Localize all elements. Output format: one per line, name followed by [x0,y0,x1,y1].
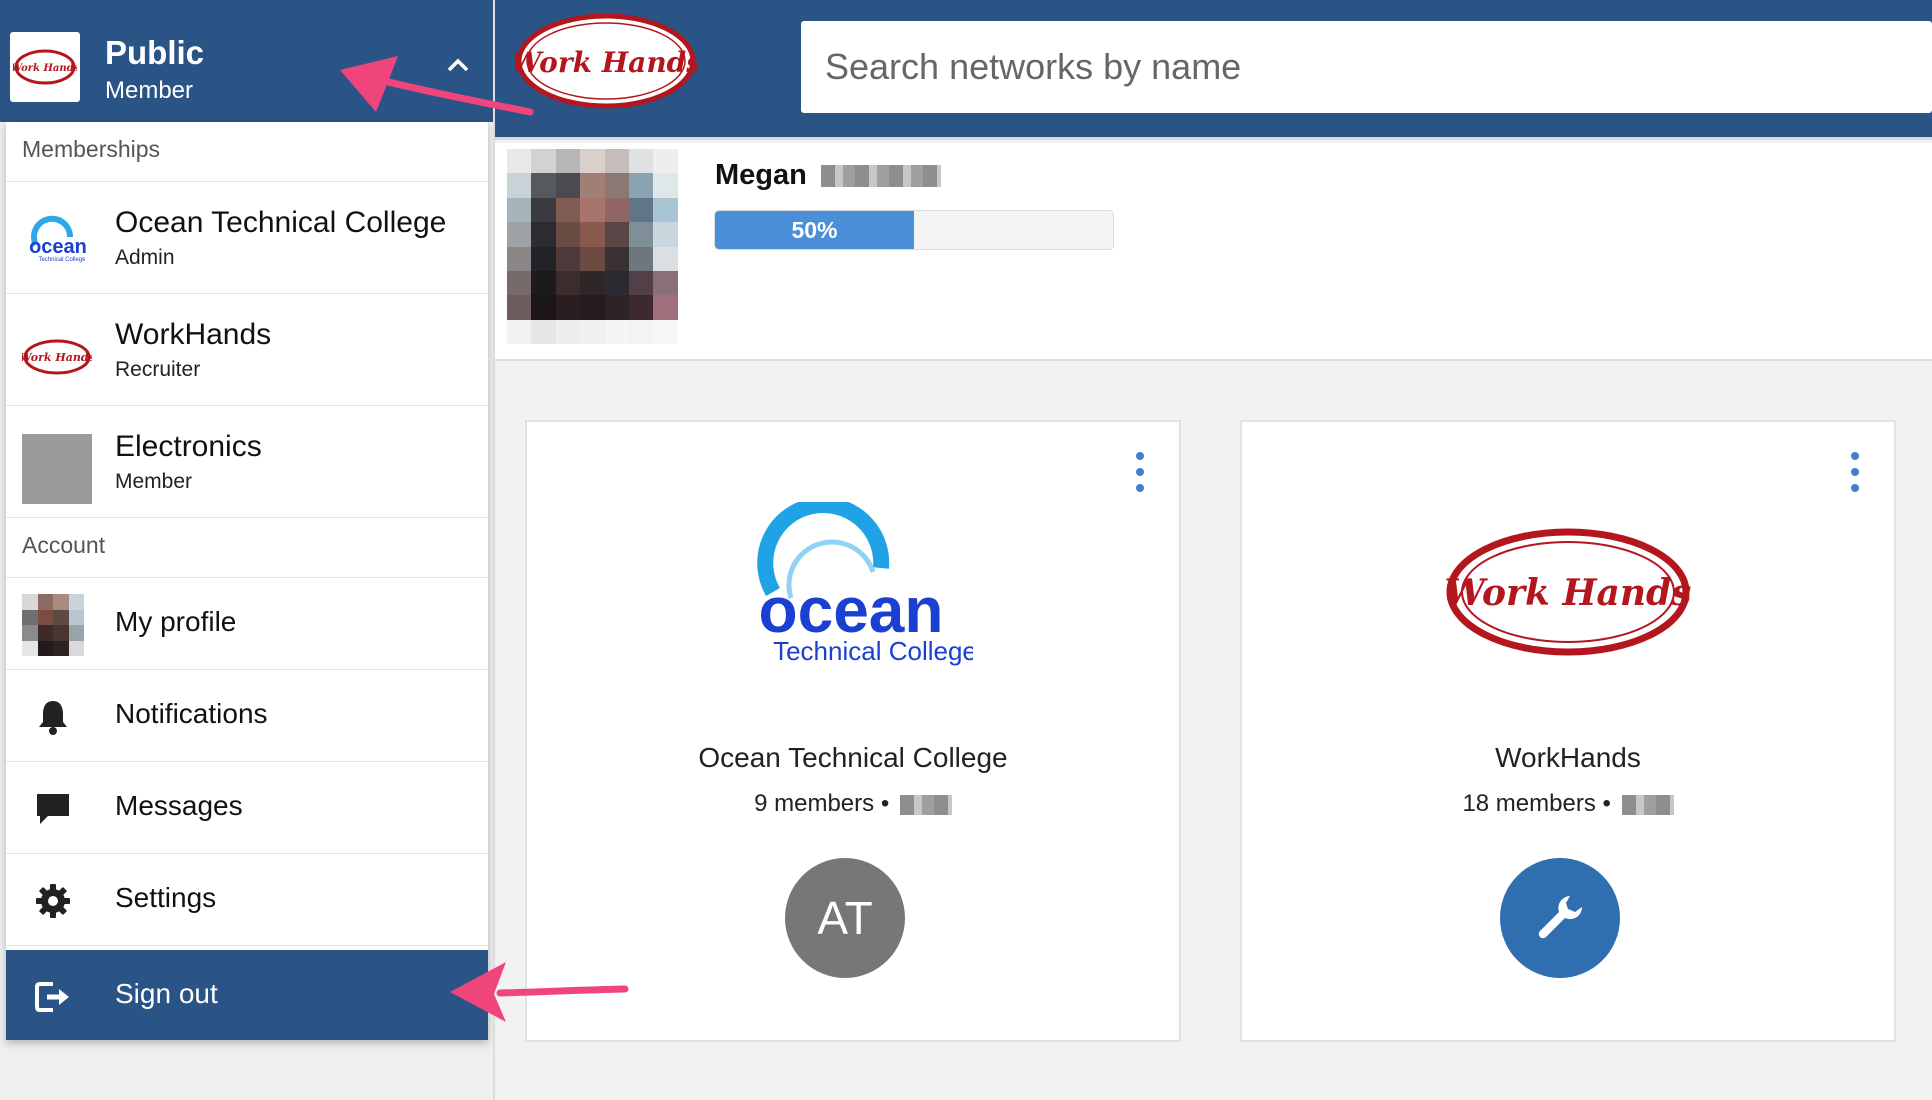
redacted-surname [820,165,941,188]
search-input[interactable] [801,21,1932,113]
membership-item-ocean[interactable]: ocean Technical College Ocean Technical … [6,182,488,294]
messages-label: Messages [115,790,243,821]
svg-text:Work Hands: Work Hands [515,46,697,79]
progress-fill: 50% [715,211,914,249]
ocean-college-logo: ocean Technical College [527,492,1179,692]
network-badge-recruiter[interactable] [1500,858,1620,978]
bell-icon [22,686,84,748]
profile-name: Megan [715,159,941,192]
progress-label: 50% [791,216,838,243]
workhands-logo: Work Hands [22,322,92,392]
ocean-college-logo: ocean Technical College [22,210,92,280]
membership-role: Admin [115,246,175,269]
network-name: Ocean Technical College [698,742,1008,773]
electronics-placeholder-logo [22,434,92,504]
avatar [22,594,84,656]
wrench-icon [1538,896,1583,939]
my-profile-label: My profile [115,606,237,637]
svg-text:Technical College: Technical College [773,636,973,666]
network-name: WorkHands [1495,742,1641,773]
redacted-meta [1621,794,1674,815]
workhands-logo: Work Hands [10,32,80,102]
svg-text:Technical College: Technical College [38,257,86,263]
settings-item[interactable]: Settings [6,854,488,946]
profile-summary: Megan 50% [495,143,1932,361]
more-options-icon[interactable] [1848,452,1862,492]
membership-role: Recruiter [115,358,201,381]
workhands-logo: Work Hands [1242,492,1894,692]
workhands-brand-logo[interactable]: Work Hands [510,12,702,115]
avatar[interactable] [507,149,702,344]
membership-role: Member [115,470,193,493]
membership-name: Electronics [115,430,262,463]
top-navigation-bar: Work Hands [495,0,1932,140]
my-profile-item[interactable]: My profile [6,578,488,670]
notifications-label: Notifications [115,698,268,729]
chat-bubble-icon [22,778,84,840]
more-options-icon[interactable] [1133,452,1147,492]
svg-text:Work Hands: Work Hands [22,351,92,364]
gear-icon [22,870,84,932]
redacted-meta [899,794,952,815]
svg-text:Work Hands: Work Hands [1445,572,1691,614]
network-badge-initials[interactable]: AT [785,858,905,978]
membership-name: WorkHands [115,318,272,351]
membership-item-electronics[interactable]: Electronics Member [6,406,488,518]
account-dropdown-menu: Memberships ocean Technical College Ocea… [6,122,488,1040]
account-menu-column: Work Hands Public Member Memberships oce… [0,0,493,1100]
current-context-title: Public [105,34,205,71]
sign-out-label: Sign out [115,978,218,1009]
account-heading: Account [6,518,488,578]
svg-text:ocean: ocean [29,236,87,258]
sign-out-icon [22,966,84,1028]
settings-label: Settings [115,882,217,913]
sign-out-button[interactable]: Sign out [6,950,488,1040]
network-member-count: 9 members • [527,790,1179,818]
chevron-up-icon[interactable] [447,58,469,77]
svg-text:Work Hands: Work Hands [13,63,77,74]
network-search-box[interactable] [801,21,1932,113]
messages-item[interactable]: Messages [6,762,488,854]
profile-completion-progress: 50% [714,210,1114,250]
network-card-ocean[interactable]: ocean Technical College Ocean Technical … [525,420,1181,1042]
account-switcher-header[interactable]: Work Hands Public Member [0,0,493,122]
notifications-item[interactable]: Notifications [6,670,488,762]
membership-name: Ocean Technical College [115,206,447,239]
network-member-count: 18 members • [1242,790,1894,818]
membership-item-workhands[interactable]: Work Hands WorkHands Recruiter [6,294,488,406]
network-card-workhands[interactable]: Work Hands WorkHands 18 members • [1240,420,1896,1042]
current-context-role: Member [105,77,194,104]
memberships-heading: Memberships [6,122,488,182]
